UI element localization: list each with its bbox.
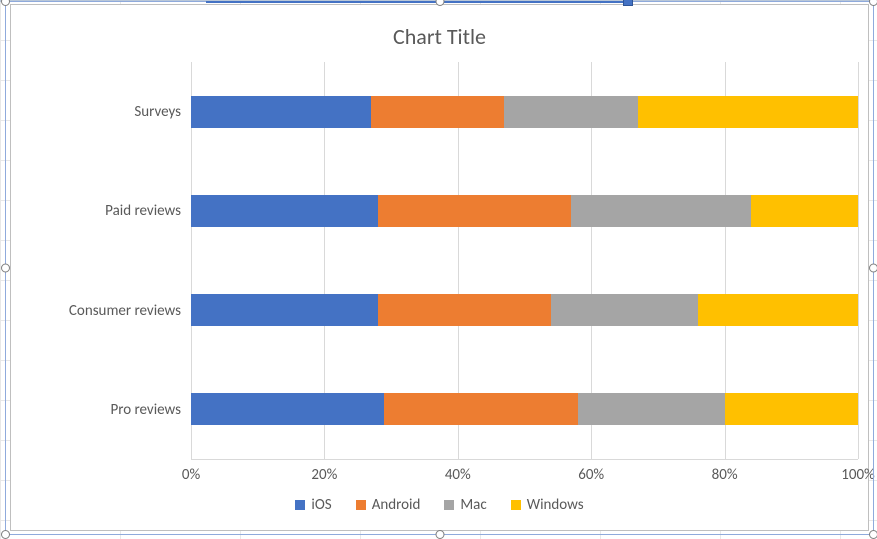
legend-swatch bbox=[511, 500, 521, 510]
legend-label: Mac bbox=[460, 496, 486, 514]
bar-segment-mac[interactable] bbox=[551, 294, 698, 326]
bar-segment-windows[interactable] bbox=[725, 393, 858, 425]
x-tick-label: 60% bbox=[578, 466, 604, 484]
bar-segment-windows[interactable] bbox=[698, 294, 858, 326]
bar-segment-ios[interactable] bbox=[191, 195, 378, 227]
bar-segment-windows[interactable] bbox=[751, 195, 858, 227]
bar-segment-mac[interactable] bbox=[571, 195, 751, 227]
bar-segment-windows[interactable] bbox=[638, 96, 858, 128]
chart-title[interactable]: Chart Title bbox=[21, 23, 858, 50]
legend-swatch bbox=[295, 500, 305, 510]
bar-segment-android[interactable] bbox=[378, 195, 571, 227]
x-tick-label: 0% bbox=[182, 466, 200, 484]
bar-segment-android[interactable] bbox=[384, 393, 577, 425]
chart-object[interactable]: Chart Title Surveys Paid reviews Consumer … bbox=[10, 4, 869, 531]
legend-label: iOS bbox=[311, 496, 331, 514]
x-tick-label: 20% bbox=[311, 466, 337, 484]
bar-segment-ios[interactable] bbox=[191, 393, 384, 425]
ruler-edge bbox=[0, 0, 877, 2]
plot-row: Surveys Paid reviews Consumer reviews Pro r… bbox=[21, 62, 858, 460]
chart-inner: Chart Title Surveys Paid reviews Consumer … bbox=[21, 15, 858, 520]
x-tick-label: 80% bbox=[712, 466, 738, 484]
legend-label: Android bbox=[372, 496, 421, 514]
legend-item-mac[interactable]: Mac bbox=[444, 496, 486, 514]
bar-segment-ios[interactable] bbox=[191, 96, 371, 128]
legend-item-android[interactable]: Android bbox=[356, 496, 421, 514]
bar-group[interactable] bbox=[191, 393, 858, 425]
bar-segment-mac[interactable] bbox=[504, 96, 637, 128]
legend[interactable]: iOS Android Mac Windows bbox=[21, 488, 858, 520]
bar-group[interactable] bbox=[191, 96, 858, 128]
legend-swatch bbox=[356, 500, 366, 510]
bar-group[interactable] bbox=[191, 294, 858, 326]
legend-swatch bbox=[444, 500, 454, 510]
x-tick-label: 100% bbox=[841, 466, 875, 484]
gridline bbox=[858, 62, 859, 459]
bar-group[interactable] bbox=[191, 195, 858, 227]
y-tick-label: Surveys bbox=[134, 103, 181, 121]
y-axis-labels: Surveys Paid reviews Consumer reviews Pro r… bbox=[21, 62, 191, 460]
bar-segment-ios[interactable] bbox=[191, 294, 378, 326]
legend-item-ios[interactable]: iOS bbox=[295, 496, 331, 514]
bar-segment-android[interactable] bbox=[378, 294, 551, 326]
y-tick-label: Pro reviews bbox=[110, 401, 181, 419]
legend-label: Windows bbox=[527, 496, 584, 514]
plot-area[interactable] bbox=[191, 62, 858, 460]
x-axis: 0%20%40%60%80%100% bbox=[191, 460, 858, 488]
x-tick-label: 40% bbox=[445, 466, 471, 484]
y-tick-label: Consumer reviews bbox=[69, 302, 181, 320]
y-tick-label: Paid reviews bbox=[105, 202, 181, 220]
bar-segment-mac[interactable] bbox=[578, 393, 725, 425]
legend-item-windows[interactable]: Windows bbox=[511, 496, 584, 514]
bar-segment-android[interactable] bbox=[371, 96, 504, 128]
